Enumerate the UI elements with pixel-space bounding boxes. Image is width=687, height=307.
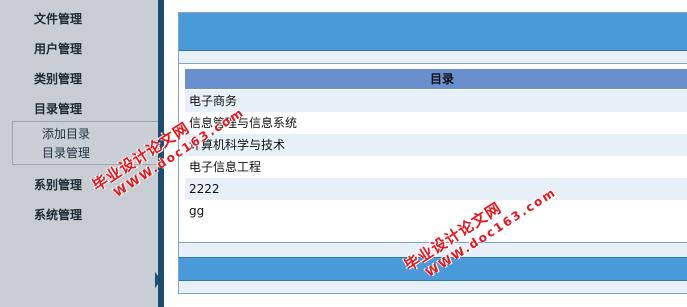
table-row[interactable]: 电子信息工程: [185, 156, 687, 178]
submenu-item-directory-management[interactable]: 目录管理: [42, 144, 90, 161]
table-row[interactable]: 电子商务: [185, 90, 687, 112]
submenu-item-add-directory[interactable]: 添加目录: [42, 125, 90, 142]
table-row[interactable]: gg: [185, 200, 687, 222]
table-row[interactable]: 计算机科学与技术: [185, 134, 687, 156]
top-title-bar: [179, 13, 687, 51]
table-row[interactable]: 2222: [185, 178, 687, 200]
sidebar-item-department-management[interactable]: 系别管理: [34, 176, 82, 193]
sidebar-item-directory-management[interactable]: 目录管理: [34, 100, 82, 117]
collapse-arrow-icon[interactable]: [155, 272, 161, 288]
table-row[interactable]: 信息管理与信息系统: [185, 112, 687, 134]
sidebar-item-category-management[interactable]: 类别管理: [34, 70, 82, 87]
sidebar-item-file-management[interactable]: 文件管理: [34, 10, 82, 27]
sidebar-item-system-management[interactable]: 系统管理: [34, 206, 82, 223]
sidebar-item-user-management[interactable]: 用户管理: [34, 40, 82, 57]
column-header-directory: 目录: [185, 69, 687, 89]
directory-table: 目录 电子商务 信息管理与信息系统 计算机科学与技术 电子信息工程 2222 g…: [179, 63, 687, 243]
